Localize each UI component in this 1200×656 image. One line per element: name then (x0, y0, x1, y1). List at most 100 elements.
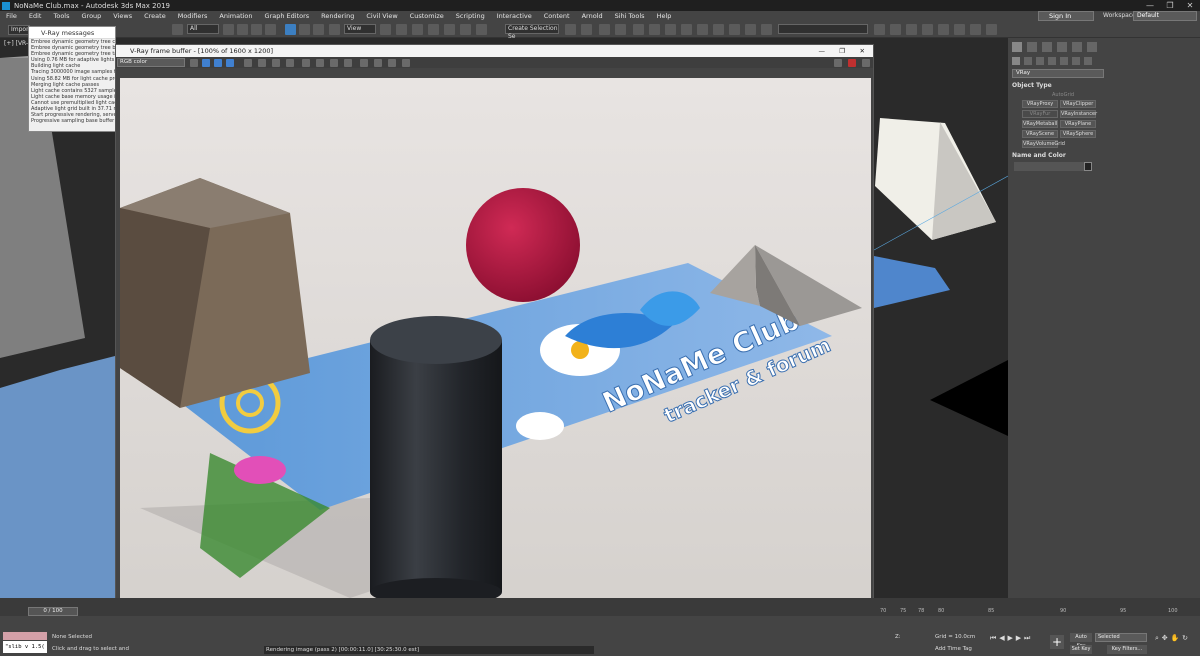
edit-named-sets-icon[interactable] (476, 24, 487, 35)
angle-snap-icon[interactable] (428, 24, 439, 35)
layer-manager-icon[interactable] (599, 24, 610, 35)
toolbar-tool-8-icon[interactable] (986, 24, 997, 35)
vrayplane-button[interactable]: VRayPlane (1060, 120, 1096, 128)
toolbar-search-field[interactable] (778, 24, 868, 34)
clear-image-icon[interactable] (286, 59, 294, 67)
spinner-snap-icon[interactable] (460, 24, 471, 35)
channel-alpha-icon[interactable] (226, 59, 234, 67)
stop-render-icon[interactable] (848, 59, 856, 67)
toolbar-tool-7-icon[interactable] (970, 24, 981, 35)
zoom-all-icon[interactable]: ✥ (1162, 634, 1168, 642)
toolbar-tool-3-icon[interactable] (906, 24, 917, 35)
menu-group[interactable]: Group (76, 12, 108, 20)
maxscript-mini-listener[interactable]: "slib v 1.5( (3, 641, 47, 653)
vrayfur-button[interactable]: VRayFur (1022, 110, 1058, 118)
display-tab-icon[interactable] (1072, 42, 1082, 52)
geometry-icon[interactable] (1012, 57, 1020, 65)
render-image[interactable]: NoNaMe Club tracker & forum (120, 78, 871, 641)
goto-start-icon[interactable]: ⏮ (990, 634, 996, 642)
placement-icon[interactable] (329, 24, 340, 35)
helpers-icon[interactable] (1060, 57, 1068, 65)
follow-mouse-icon[interactable] (344, 59, 352, 67)
selection-filter-select[interactable]: All (187, 24, 219, 34)
orbit-icon[interactable]: ↻ (1182, 634, 1188, 642)
channel-blue-icon[interactable] (214, 59, 222, 67)
key-filters-button[interactable]: Key Filters... (1107, 645, 1147, 654)
menu-content[interactable]: Content (538, 12, 576, 20)
vfb-minimize-button[interactable]: — (819, 45, 826, 57)
vrayinstancer-button[interactable]: VRayInstancer (1060, 110, 1097, 118)
goto-end-icon[interactable]: ⏭ (1024, 634, 1030, 642)
track-mouse-icon[interactable] (316, 59, 324, 67)
key-mode-select[interactable]: Selected (1095, 633, 1147, 642)
vfb-maximize-button[interactable]: ❐ (839, 45, 845, 57)
menu-file[interactable]: File (0, 12, 23, 20)
rendered-frame-icon[interactable] (697, 24, 708, 35)
maximize-button[interactable]: ❐ (1160, 0, 1180, 11)
schematic-view-icon[interactable] (649, 24, 660, 35)
save-image-icon[interactable] (258, 59, 266, 67)
time-slider[interactable]: 0 / 100 (28, 607, 78, 616)
set-key-button[interactable]: Set Key (1070, 645, 1092, 654)
load-image-icon[interactable] (272, 59, 280, 67)
systems-icon[interactable] (1084, 57, 1092, 65)
mirror-icon[interactable] (565, 24, 576, 35)
select-rotate-icon[interactable] (299, 24, 310, 35)
channel-red-icon[interactable] (190, 59, 198, 67)
menu-interactive[interactable]: Interactive (491, 12, 538, 20)
snap-icon[interactable] (412, 24, 423, 35)
menu-scripting[interactable]: Scripting (450, 12, 491, 20)
minimize-button[interactable]: — (1140, 0, 1160, 11)
timeline[interactable]: 70 75 78 80 85 90 95 100 (0, 598, 1200, 616)
vraymetaball-button[interactable]: VRayMetaball (1022, 120, 1058, 128)
render-teapot-icon[interactable] (862, 59, 870, 67)
sign-in-dropdown[interactable]: Sign In (1038, 11, 1094, 21)
maxscript-listener-output[interactable] (3, 632, 47, 640)
category-dropdown[interactable]: VRay (1012, 69, 1104, 78)
modify-tab-icon[interactable] (1027, 42, 1037, 52)
name-color-header[interactable]: Name and Color (1012, 152, 1104, 159)
spacewarps-icon[interactable] (1072, 57, 1080, 65)
select-scale-icon[interactable] (313, 24, 324, 35)
vraysphere-button[interactable]: VRaySphere (1060, 130, 1096, 138)
rect-selection-icon[interactable] (251, 24, 262, 35)
toolbar-tool-2-icon[interactable] (890, 24, 901, 35)
vrayclipper-button[interactable]: VRayClipper (1060, 100, 1096, 108)
object-type-header[interactable]: Object Type (1012, 82, 1104, 89)
set-key-plus-icon[interactable]: + (1050, 635, 1064, 649)
pivot-icon[interactable] (380, 24, 391, 35)
vray-vfb-icon[interactable] (761, 24, 772, 35)
close-button[interactable]: ✕ (1180, 0, 1200, 11)
vrayvolumegrid-button[interactable]: VRayVolumeGrid (1022, 140, 1065, 148)
import-button[interactable]: Import (8, 25, 31, 35)
zoom-icon[interactable]: ⌕ (1155, 634, 1159, 642)
vrayscene-button[interactable]: VRayScene (1022, 130, 1058, 138)
render-last-icon[interactable] (834, 59, 842, 67)
lights-icon[interactable] (1036, 57, 1044, 65)
curve-editor-icon[interactable] (633, 24, 644, 35)
region-render-icon[interactable] (330, 59, 338, 67)
select-by-name-icon[interactable] (237, 24, 248, 35)
toolbar-tool-1-icon[interactable] (874, 24, 885, 35)
percent-snap-icon[interactable] (444, 24, 455, 35)
menu-customize[interactable]: Customize (404, 12, 450, 20)
autogrid-checkbox[interactable]: AutoGrid (1052, 92, 1074, 98)
menu-animation[interactable]: Animation (213, 12, 258, 20)
play-icon[interactable]: ▶ (1007, 634, 1012, 642)
menu-tools[interactable]: Tools (47, 12, 75, 20)
vrayproxy-button[interactable]: VRayProxy (1022, 100, 1058, 108)
named-selection-set-select[interactable]: Create Selection Se (505, 24, 559, 40)
render-history-icon[interactable] (388, 59, 396, 67)
menu-rendering[interactable]: Rendering (315, 12, 360, 20)
menu-edit[interactable]: Edit (23, 12, 48, 20)
render-setup-icon[interactable] (681, 24, 692, 35)
vray-render-icon[interactable] (745, 24, 756, 35)
cameras-icon[interactable] (1048, 57, 1056, 65)
keyboard-shortcut-icon[interactable] (396, 24, 407, 35)
render-production-icon[interactable] (713, 24, 724, 35)
menu-civil-view[interactable]: Civil View (360, 12, 403, 20)
object-name-field[interactable] (1014, 162, 1084, 171)
window-crossing-icon[interactable] (265, 24, 276, 35)
scene-explorer-icon[interactable] (615, 24, 626, 35)
shapes-icon[interactable] (1024, 57, 1032, 65)
